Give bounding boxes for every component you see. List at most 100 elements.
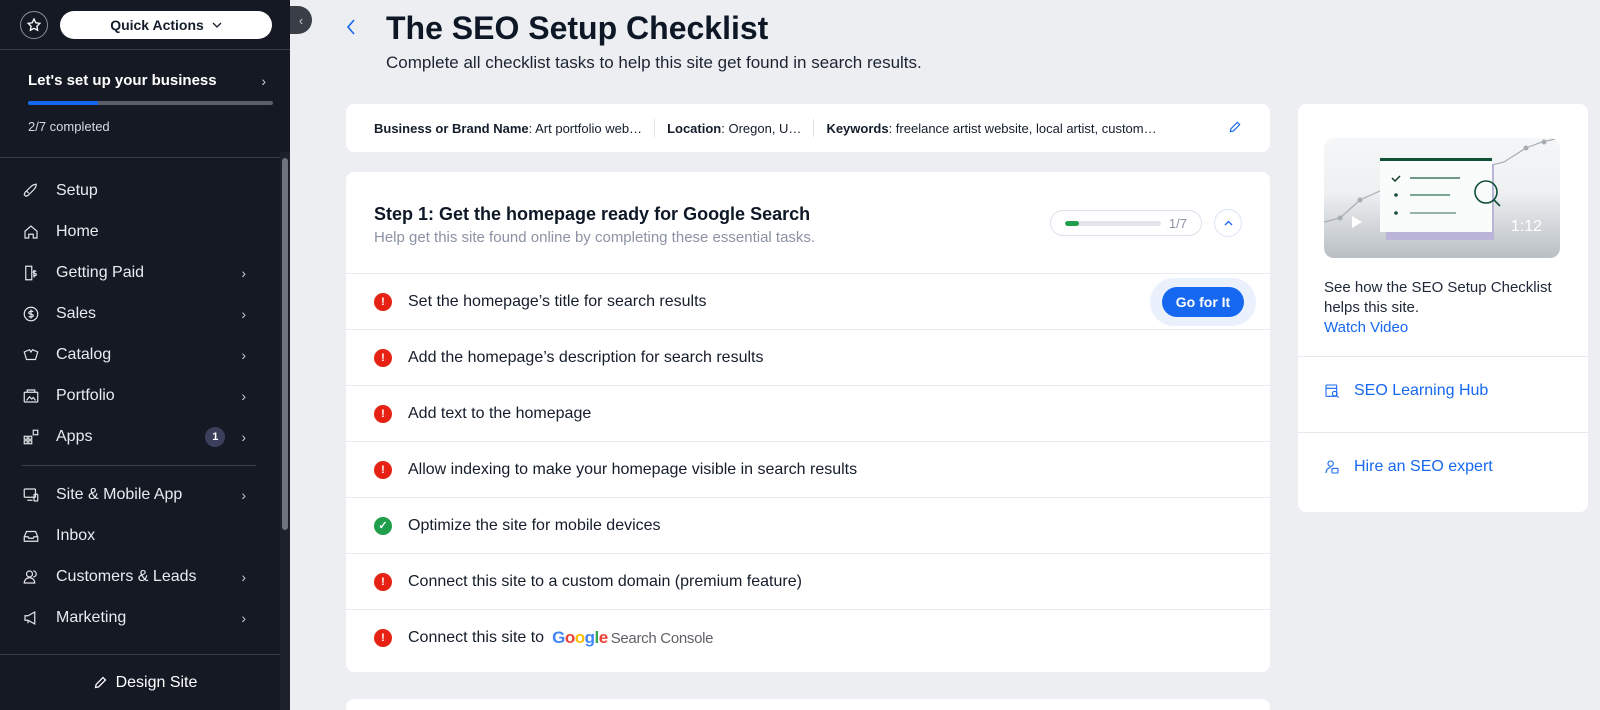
sidebar-item-home[interactable]: Home: [0, 211, 280, 252]
divider: [654, 119, 656, 137]
sidebar-item-label: Home: [56, 222, 99, 240]
location-label: Location: [667, 120, 722, 136]
task-row[interactable]: ! Add the homepage’s description for sear…: [346, 330, 1270, 386]
dollar-circle-icon: [22, 305, 40, 323]
error-circle-icon: !: [374, 292, 392, 311]
chevron-right-icon: ›: [241, 428, 246, 445]
sidebar-item-sales[interactable]: Sales ›: [0, 293, 280, 334]
check-circle-icon: ✓: [374, 516, 392, 535]
keywords-value: : freelance artist website, local artist…: [888, 120, 1157, 136]
quick-actions-button[interactable]: Quick Actions: [60, 10, 272, 39]
learning-hub-icon: [1325, 384, 1340, 399]
customers-icon: [22, 568, 40, 586]
go-for-it-button[interactable]: Go for It: [1161, 287, 1245, 317]
sidebar-item-label: Sales: [56, 304, 97, 322]
quick-actions-label: Quick Actions: [110, 16, 204, 33]
task-row[interactable]: ! Connect this site to a custom domain (p…: [346, 554, 1270, 610]
sidebar-item-getting-paid[interactable]: Getting Paid ›: [0, 252, 280, 293]
chevron-left-icon: ‹: [298, 12, 304, 28]
back-button[interactable]: [346, 16, 356, 42]
location-field: Location: Oregon, U…: [667, 121, 801, 136]
chevron-right-icon: ›: [241, 609, 246, 626]
pencil-icon: [94, 676, 106, 689]
apps-icon: [22, 428, 40, 446]
sidebar-nav: Setup Home Getting Paid › Sales › Catalog › Port…: [0, 170, 280, 638]
help-panel: 1:12 See how the SEO Setup Checklist hel…: [1298, 104, 1588, 512]
sidebar-item-site-mobile-app[interactable]: Site & Mobile App ›: [0, 474, 280, 515]
sidebar-item-customers-leads[interactable]: Customers & Leads ›: [0, 556, 280, 597]
hire-seo-expert-label: Hire an SEO expert: [1354, 458, 1493, 475]
seo-learning-hub-link[interactable]: SEO Learning Hub: [1324, 382, 1488, 400]
favorites-button[interactable]: [20, 10, 48, 39]
pencil-icon: [1229, 121, 1241, 132]
sidebar-item-marketing[interactable]: Marketing ›: [0, 597, 280, 638]
task-label: Optimize the site for mobile devices: [408, 516, 661, 534]
sidebar-item-label: Customers & Leads: [56, 567, 197, 585]
error-circle-icon: !: [374, 572, 392, 591]
error-circle-icon: !: [374, 629, 392, 647]
next-step-card: [346, 699, 1270, 710]
divider: [1298, 356, 1588, 357]
inbox-icon: [22, 527, 40, 545]
sidebar-item-label: Apps: [56, 427, 93, 445]
setup-title: Let's set up your business: [28, 72, 217, 89]
sidebar-item-label: Setup: [56, 181, 98, 199]
chevron-right-icon: ›: [261, 72, 266, 89]
sidebar-item-label: Portfolio: [56, 386, 115, 404]
invoice-dollar-icon: [22, 264, 40, 282]
step-progress-track: [1065, 220, 1161, 226]
task-row[interactable]: ! Allow indexing to make your homepage vi…: [346, 442, 1270, 498]
watch-video-link[interactable]: Watch Video: [1324, 319, 1408, 336]
rocket-icon: [22, 182, 40, 200]
page-title: The SEO Setup Checklist: [386, 10, 769, 46]
business-name-value: : Art portfolio web…: [528, 120, 643, 136]
sidebar-item-label: Getting Paid: [56, 263, 145, 281]
collapse-sidebar-button[interactable]: ‹: [290, 6, 312, 34]
setup-progress-fill: [28, 101, 98, 105]
task-row[interactable]: ! Add text to the homepage: [346, 386, 1270, 442]
search-console-label: Search Console: [610, 629, 714, 647]
collapse-step-button[interactable]: [1214, 209, 1242, 237]
task-label: Add the homepage’s description for searc…: [408, 348, 764, 366]
design-site-button[interactable]: Design Site: [0, 654, 290, 710]
task-row[interactable]: ✓ Optimize the site for mobile devices: [346, 498, 1270, 554]
chevron-right-icon: ›: [241, 486, 246, 503]
sidebar-item-portfolio[interactable]: Portfolio ›: [0, 375, 280, 416]
setup-progress-bar: [28, 101, 273, 105]
chevron-down-icon: [212, 22, 222, 28]
task-label: Allow indexing to make your homepage vis…: [408, 460, 858, 478]
error-circle-icon: !: [374, 348, 392, 367]
step-subtitle: Help get this site found online by compl…: [374, 229, 816, 246]
sidebar-item-catalog[interactable]: Catalog ›: [0, 334, 280, 375]
task-label: Add text to the homepage: [408, 404, 592, 422]
divider: [1298, 432, 1588, 433]
task-label: Connect this site to: [408, 629, 545, 646]
portfolio-icon: [22, 387, 40, 405]
business-name-field: Business or Brand Name: Art portfolio we…: [374, 121, 642, 136]
keywords-field: Keywords: freelance artist website, loca…: [826, 121, 1156, 136]
chevron-right-icon: ›: [241, 305, 246, 322]
go-for-it-wrapper: Go for It: [1150, 278, 1256, 326]
sidebar-item-setup[interactable]: Setup: [0, 170, 280, 211]
home-icon: [22, 223, 40, 241]
sidebar-item-apps[interactable]: Apps 1 ›: [0, 416, 280, 457]
video-duration: 1:12: [1510, 218, 1542, 235]
task-row[interactable]: ! Set the homepage’s title for search res…: [346, 274, 1270, 330]
expert-icon: [1325, 460, 1339, 474]
chevron-right-icon: ›: [241, 387, 246, 404]
sidebar-item-label: Inbox: [56, 526, 96, 544]
chevron-left-icon: [346, 19, 355, 35]
video-thumbnail[interactable]: 1:12: [1324, 138, 1560, 258]
edit-info-button[interactable]: [1228, 120, 1242, 137]
hire-seo-expert-link[interactable]: Hire an SEO expert: [1324, 458, 1493, 476]
sidebar-scrollbar-thumb[interactable]: [282, 158, 288, 530]
step-card: Step 1: Get the homepage ready for Googl…: [346, 172, 1270, 672]
video-illustration: [1324, 138, 1560, 240]
task-row[interactable]: ! Connect this site to Google Search Consol…: [346, 610, 1270, 666]
sidebar-item-inbox[interactable]: Inbox: [0, 515, 280, 556]
chevron-up-icon: [1224, 220, 1232, 226]
chevron-right-icon: ›: [241, 568, 246, 585]
setup-progress-widget[interactable]: Let's set up your business › 2/7 complet…: [0, 50, 290, 158]
page-subtitle: Complete all checklist tasks to help thi…: [386, 53, 922, 72]
video-description: See how the SEO Setup Checklist helps th…: [1324, 278, 1564, 338]
